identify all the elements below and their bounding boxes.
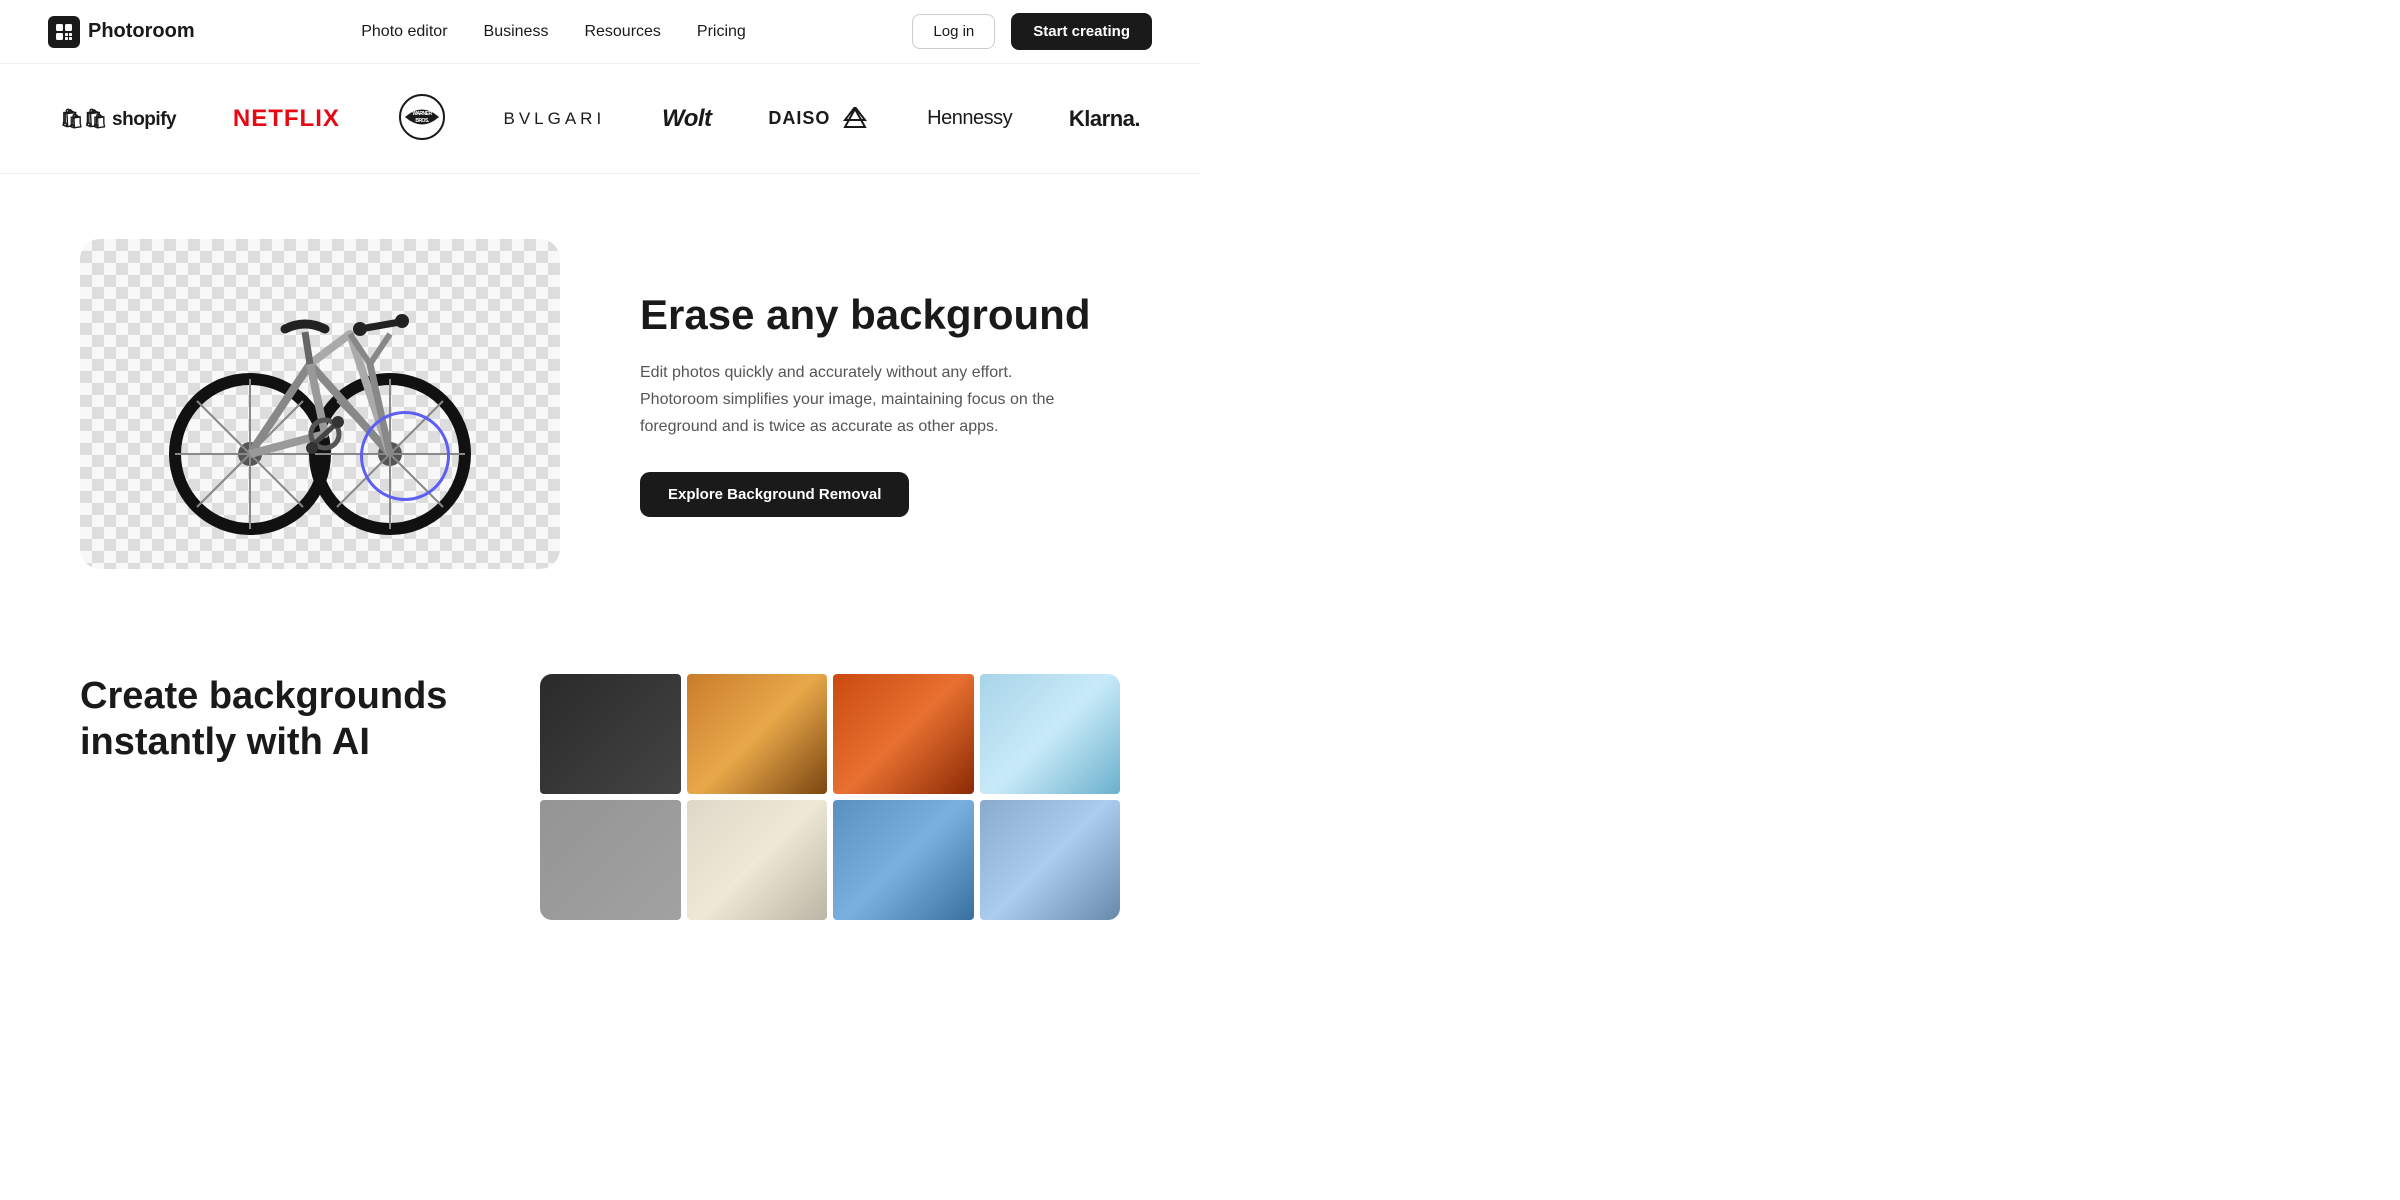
logo-daiso: DAISO xyxy=(768,107,870,131)
logo-icon xyxy=(48,16,80,48)
create-text: Create backgroundsinstantly with AI xyxy=(80,674,460,765)
create-section-title: Create backgroundsinstantly with AI xyxy=(80,674,460,765)
photo-cell-2 xyxy=(687,674,828,794)
nav-resources[interactable]: Resources xyxy=(584,23,660,40)
logo-netflix: NETFLIX xyxy=(233,105,340,133)
login-button[interactable]: Log in xyxy=(912,14,995,49)
nav-photo-editor[interactable]: Photo editor xyxy=(361,23,447,40)
photo-cell-4 xyxy=(980,674,1121,794)
erase-section-title: Erase any background xyxy=(640,291,1120,339)
nav-links: Photo editor Business Resources Pricing xyxy=(361,23,746,41)
bike-illustration xyxy=(150,264,490,544)
nav-business[interactable]: Business xyxy=(484,23,549,40)
logos-bar: 🛍🛍 shopify NETFLIX WARNER BROS. BVLGARI … xyxy=(0,64,1200,174)
logo-text: Photoroom xyxy=(88,20,195,43)
selection-circle-indicator xyxy=(360,411,450,501)
photo-grid xyxy=(540,674,1120,920)
photo-cell-1 xyxy=(540,674,681,794)
photo-cell-5 xyxy=(540,800,681,920)
photo-cell-3 xyxy=(833,674,974,794)
logo-hennessy: Hennessy xyxy=(927,107,1012,130)
svg-text:BROS.: BROS. xyxy=(415,118,429,124)
photo-cell-7 xyxy=(833,800,974,920)
nav-pricing[interactable]: Pricing xyxy=(697,23,746,40)
bike-image-card xyxy=(80,239,560,569)
logo-klarna: Klarna. xyxy=(1069,106,1140,132)
nav-actions: Log in Start creating xyxy=(912,13,1152,50)
photo-cell-8 xyxy=(980,800,1121,920)
start-creating-button[interactable]: Start creating xyxy=(1011,13,1152,50)
svg-text:WARNER: WARNER xyxy=(412,111,432,117)
logo-shopify: 🛍🛍 shopify xyxy=(60,107,176,131)
navbar: Photoroom Photo editor Business Resource… xyxy=(0,0,1200,64)
erase-section-description: Edit photos quickly and accurately witho… xyxy=(640,359,1060,441)
logo-bvlgari: BVLGARI xyxy=(503,109,605,129)
erase-text-content: Erase any background Edit photos quickly… xyxy=(640,291,1120,518)
erase-section: Erase any background Edit photos quickly… xyxy=(0,174,1200,634)
logo-wolt: Wolt xyxy=(662,105,712,133)
photo-cell-6 xyxy=(687,800,828,920)
explore-background-removal-button[interactable]: Explore Background Removal xyxy=(640,472,909,517)
create-section: Create backgroundsinstantly with AI xyxy=(0,634,1200,960)
logo-warnerbros: WARNER BROS. xyxy=(397,92,447,145)
logo-link[interactable]: Photoroom xyxy=(48,16,195,48)
